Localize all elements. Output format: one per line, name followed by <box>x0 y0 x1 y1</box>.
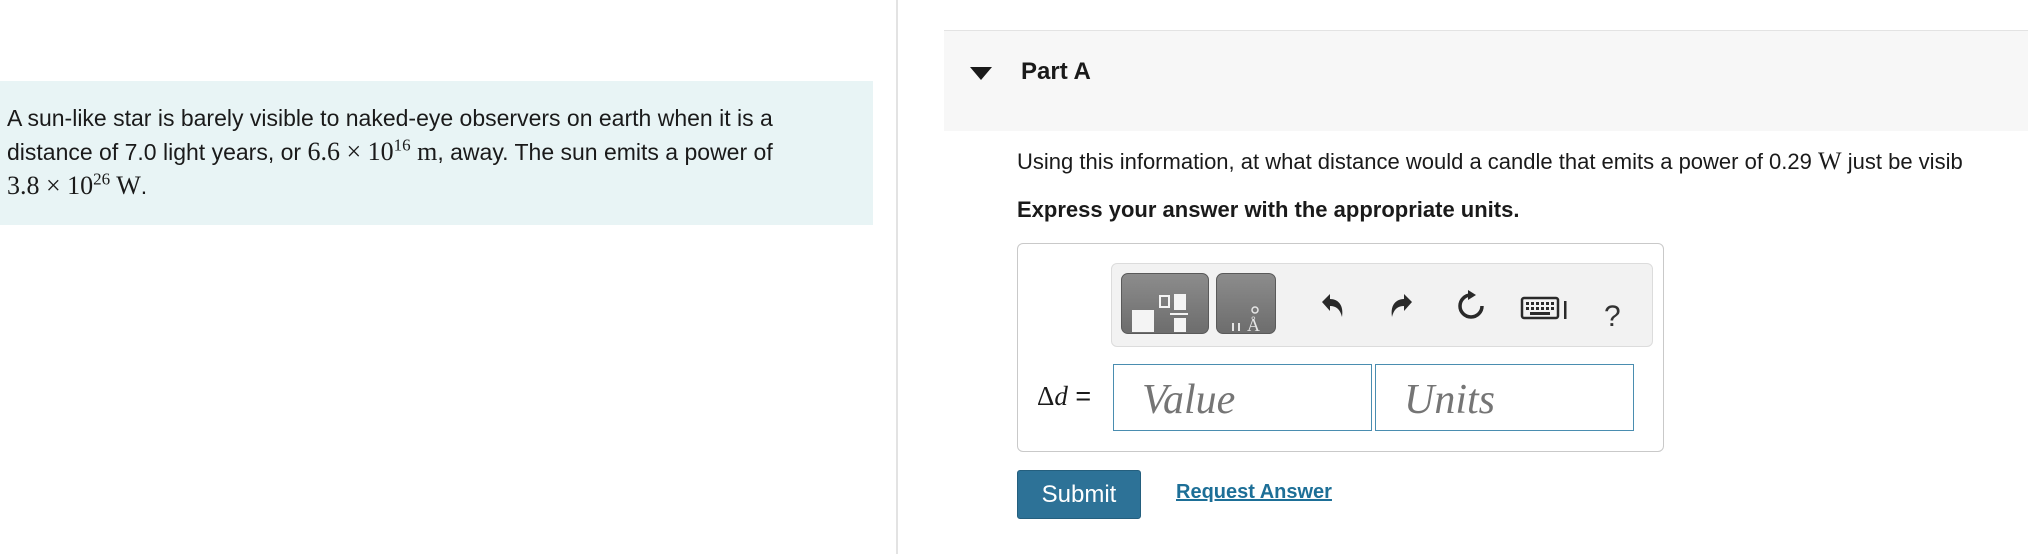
question-text-1: Using this information, at what distance… <box>1017 149 1812 174</box>
power-value: 3.8 × 1026 W <box>7 169 141 200</box>
ten-base: 10 <box>67 171 94 200</box>
times-sign: × <box>46 171 61 200</box>
problem-text-1: A sun-like star is barely visible to nak… <box>7 105 773 131</box>
distance-unit: m <box>417 137 438 166</box>
equals-sign: = <box>1067 381 1092 411</box>
answer-label: Δd = <box>1037 381 1091 412</box>
keyboard-icon[interactable] <box>1520 289 1570 323</box>
variable-d: d <box>1054 381 1068 411</box>
pane-divider <box>896 0 898 554</box>
answer-instruction: Express your answer with the appropriate… <box>1017 197 1520 222</box>
question-text: Using this information, at what distance… <box>1017 148 1963 176</box>
problem-text-2: distance of 7.0 light years, or <box>7 139 308 165</box>
power-unit: W <box>116 171 141 200</box>
power-exponent: 26 <box>93 169 111 189</box>
problem-pane: A sun-like star is barely visible to nak… <box>0 0 896 554</box>
redo-icon[interactable] <box>1386 289 1420 323</box>
delta-symbol: Δ <box>1037 381 1055 411</box>
math-toolbar: Å ? <box>1111 263 1653 347</box>
help-icon[interactable]: ? <box>1604 300 1621 334</box>
part-header[interactable]: Part A <box>944 30 2028 131</box>
question-unit: W <box>1818 148 1842 175</box>
part-title: Part A <box>1021 58 1091 85</box>
caret-down-icon[interactable] <box>970 67 992 80</box>
problem-text-3: , away. The sun emits a power of <box>437 139 773 165</box>
distance-value: 6.6 × 1016 m <box>307 135 438 166</box>
submit-button[interactable]: Submit <box>1017 470 1141 519</box>
ten-base: 10 <box>367 137 394 166</box>
question-text-2: just be visib <box>1847 149 1963 174</box>
problem-statement: A sun-like star is barely visible to nak… <box>0 81 873 225</box>
answer-box: Å ? Δd = <box>1017 243 1664 452</box>
power-mantissa: 3.8 <box>7 171 40 200</box>
problem-line-1: A sun-like star is barely visible to nak… <box>7 101 873 135</box>
problem-line-3: 3.8 × 1026 W. <box>7 169 873 203</box>
reset-icon[interactable] <box>1454 289 1488 323</box>
times-sign: × <box>346 137 362 166</box>
distance-mantissa: 6.6 <box>307 137 340 166</box>
units-button[interactable]: Å <box>1216 273 1276 335</box>
units-icon: Å <box>1232 306 1260 335</box>
units-glyph: Å <box>1247 315 1260 335</box>
undo-icon[interactable] <box>1314 289 1348 323</box>
distance-exponent: 16 <box>393 135 411 155</box>
problem-period: . <box>140 173 148 199</box>
templates-icon <box>1132 294 1188 332</box>
units-input[interactable] <box>1375 364 1634 431</box>
problem-line-2: distance of 7.0 light years, or 6.6 × 10… <box>7 135 873 169</box>
templates-button[interactable] <box>1121 273 1209 334</box>
value-input[interactable] <box>1113 364 1372 431</box>
request-answer-link[interactable]: Request Answer <box>1176 481 1332 504</box>
